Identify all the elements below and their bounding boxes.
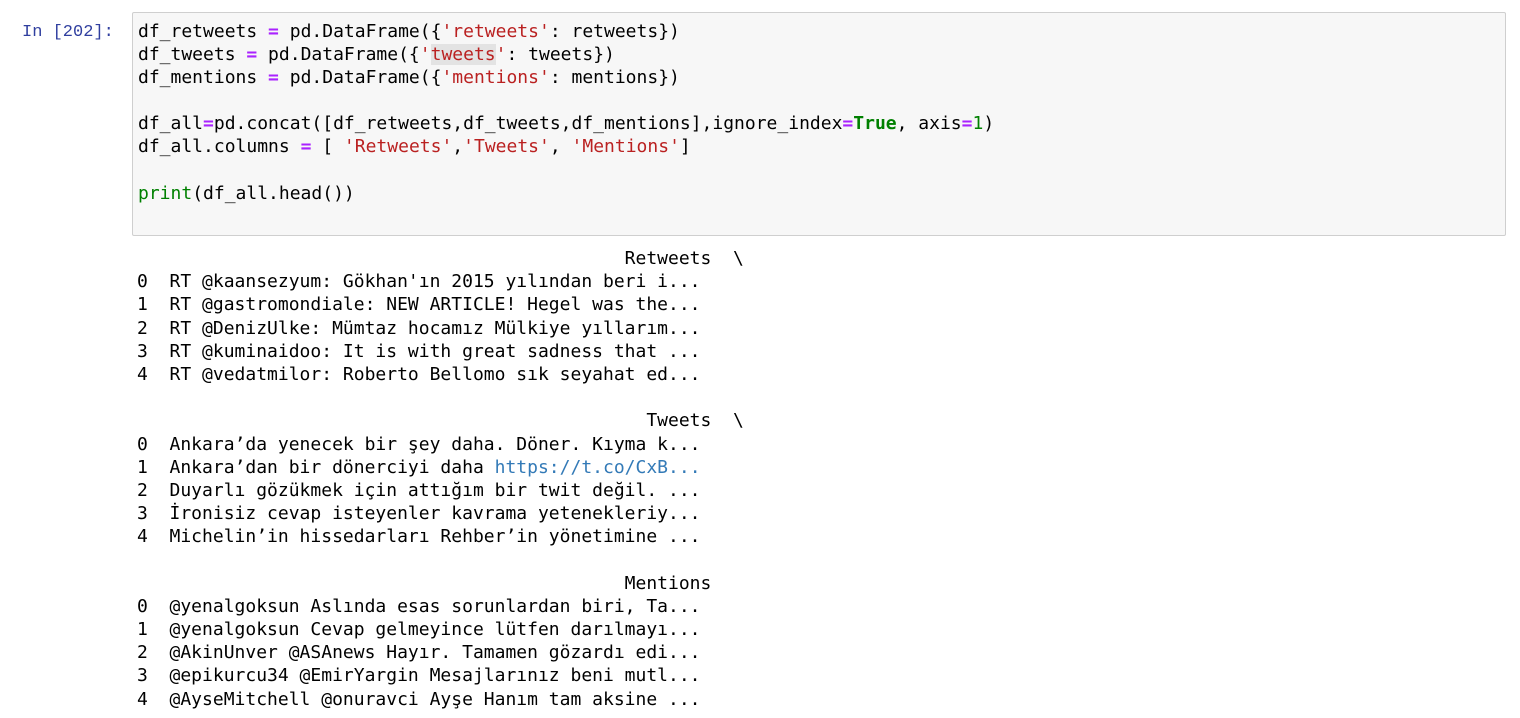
output-line: 0 @yenalgoksun Aslında esas sorunlardan … (137, 595, 744, 618)
code-token: : retweets}) (549, 21, 680, 42)
code-token: Tweets \ (137, 410, 744, 432)
code-line: df_all=pd.concat([df_retweets,df_tweets,… (138, 112, 994, 135)
code-token: ' (419, 44, 431, 66)
code-token: pd.DataFrame({ (257, 44, 420, 66)
output-line: 3 RT @kuminaidoo: It is with great sadne… (137, 340, 744, 363)
code-token: Retweets \ (137, 248, 744, 269)
output-line: Mentions (137, 572, 744, 595)
code-token: = (203, 113, 214, 135)
output-line: 0 Ankara’da yenecek bir şey daha. Döner.… (137, 433, 744, 456)
code-token: 3 İronisiz cevap isteyenler kavrama yete… (137, 503, 701, 525)
output-line: Retweets \ (137, 247, 744, 270)
code-token: : mentions}) (549, 67, 680, 89)
code-line: df_mentions = pd.DataFrame({'mentions': … (138, 66, 994, 89)
output-line: 2 Duyarlı gözükmek için attığım bir twit… (137, 479, 744, 502)
code-token: = (268, 21, 279, 42)
code-line: df_all.columns = [ 'Retweets','Tweets', … (138, 135, 994, 158)
code-token: = (246, 44, 258, 66)
code-token: 3 @epikurcu34 @EmirYargin Mesajlarınız b… (137, 665, 701, 687)
code-input-area[interactable]: df_retweets = pd.DataFrame({'retweets': … (132, 12, 1506, 236)
code-token: df_mentions (138, 67, 269, 89)
code-token: 'Tweets' (463, 136, 550, 158)
code-token: 1 RT @gastromondiale: NEW ARTICLE! Hegel… (137, 294, 701, 316)
code-token: 4 RT @vedatmilor: Roberto Bellomo sık se… (137, 363, 701, 385)
code-token: df_all.columns (138, 136, 301, 158)
code-line: ​ (138, 89, 994, 112)
code-token: = (300, 136, 312, 158)
code-token: df_tweets (138, 44, 247, 66)
code-token: 1 (972, 113, 984, 135)
output-line: ​ (137, 386, 744, 409)
notebook-code-cell: In [202]: df_retweets = pd.DataFrame({'r… (0, 0, 1520, 718)
code-token: 1 Ankara’dan bir dönerciyi daha (137, 456, 495, 478)
code-token: [ (311, 136, 344, 158)
code-token: Mentions (137, 572, 712, 594)
code-token: 'Mentions' (571, 136, 680, 158)
input-prompt: In [202]: (22, 23, 114, 42)
output-line: 1 RT @gastromondiale: NEW ARTICLE! Hegel… (137, 293, 744, 316)
code-token: 1 @yenalgoksun Cevap gelmeyince lütfen d… (137, 619, 701, 640)
code-line: ​ (138, 159, 994, 182)
code-token: ' (495, 44, 507, 66)
code-token: df_all (138, 113, 204, 135)
code-token: 3 RT @kuminaidoo: It is with great sadne… (137, 340, 701, 362)
code-line: df_tweets = pd.DataFrame({'tweets': twee… (138, 43, 994, 66)
code-line: print(df_all.head()) (138, 182, 994, 205)
code-token: 0 @yenalgoksun Aslında esas sorunlardan … (137, 595, 701, 617)
output-line: 4 RT @vedatmilor: Roberto Bellomo sık se… (137, 363, 744, 386)
code-token: pd.DataFrame({ (278, 21, 442, 42)
code-token: 'Retweets' (343, 136, 453, 158)
code-token: 'retweets' (441, 21, 550, 42)
code-editor[interactable]: df_retweets = pd.DataFrame({'retweets': … (138, 20, 994, 205)
code-token: = (961, 113, 973, 135)
code-token: ) (983, 113, 995, 135)
code-token: tweets (430, 44, 496, 66)
code-token: 0 Ankara’da yenecek bir şey daha. Döner.… (137, 433, 701, 455)
cell-output: Retweets \ 0 RT @kaansezyum: Gökhan'ın 20… (137, 247, 744, 711)
code-token: print (138, 182, 193, 204)
code-token: , (549, 136, 572, 158)
code-token: pd.DataFrame({ (278, 67, 442, 89)
output-line: ​ (137, 548, 744, 571)
output-line: 4 @AyseMitchell @onuravci Ayşe Hanım tam… (137, 688, 744, 711)
code-token: (df_all.head()) (192, 182, 355, 204)
output-line: 0 RT @kaansezyum: Gökhan'ın 2015 yılında… (137, 270, 744, 293)
code-token: : tweets}) (506, 44, 615, 66)
output-line: 3 @epikurcu34 @EmirYargin Mesajlarınız b… (137, 664, 744, 687)
code-token: True (853, 113, 897, 135)
output-line: 1 Ankara’dan bir dönerciyi daha https://… (137, 456, 744, 479)
output-line: 3 İronisiz cevap isteyenler kavrama yete… (137, 502, 744, 525)
code-token: 2 RT @DenizUlke: Mümtaz hocamız Mülkiye … (137, 317, 701, 339)
code-token: 4 @AyseMitchell @onuravci Ayşe Hanım tam… (137, 688, 701, 710)
output-line: 2 @AkinUnver @ASAnews Hayır. Tamamen göz… (137, 641, 744, 664)
code-token: , (452, 136, 464, 158)
code-token: , axis (896, 113, 962, 135)
code-token: df_retweets (138, 21, 269, 42)
output-line: 4 Michelin’in hissedarları Rehber’in yön… (137, 525, 744, 548)
output-line: 1 @yenalgoksun Cevap gelmeyince lütfen d… (137, 618, 744, 641)
code-token: 2 Duyarlı gözükmek için attığım bir twit… (137, 479, 701, 501)
code-token: = (268, 67, 279, 89)
code-token: 4 Michelin’in hissedarları Rehber’in yön… (137, 526, 701, 548)
code-line: df_retweets = pd.DataFrame({'retweets': … (138, 20, 994, 43)
code-token: ] (679, 136, 691, 158)
code-token: 0 RT @kaansezyum: Gökhan'ın 2015 yılında… (137, 271, 701, 293)
code-token: 'mentions' (441, 67, 550, 89)
output-link[interactable]: https://t.co/CxB... (495, 457, 701, 478)
code-token: pd.concat([df_retweets,df_tweets,df_ment… (213, 113, 843, 135)
code-token: = (842, 113, 854, 135)
code-token: 2 @AkinUnver @ASAnews Hayır. Tamamen göz… (137, 642, 701, 664)
output-line: 2 RT @DenizUlke: Mümtaz hocamız Mülkiye … (137, 317, 744, 340)
output-line: Tweets \ (137, 409, 744, 432)
